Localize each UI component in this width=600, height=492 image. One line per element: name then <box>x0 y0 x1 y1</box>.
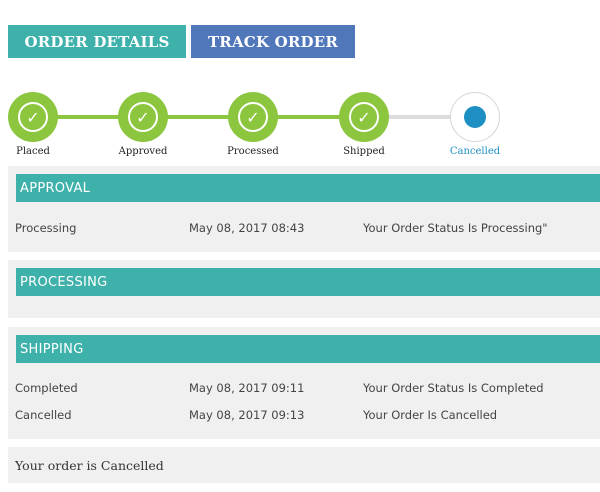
shipping-section: SHIPPING Completed May 08, 2017 09:11 Yo… <box>8 327 600 439</box>
date-cell: May 08, 2017 09:11 <box>189 381 305 395</box>
step-cancelled-label: Cancelled <box>449 146 501 157</box>
step-processed-circle: ✓ <box>228 92 278 142</box>
step-cancelled-circle <box>450 92 500 142</box>
shipping-section-header: SHIPPING <box>16 335 600 363</box>
date-cell: May 08, 2017 09:13 <box>189 408 305 422</box>
step-placed-circle: ✓ <box>8 92 58 142</box>
step-shipped-label: Shipped <box>343 146 385 157</box>
message-cell: Your Order Status Is Completed <box>363 381 544 395</box>
approval-section: APPROVAL Processing May 08, 2017 08:43 Y… <box>8 166 600 252</box>
table-row: Processing May 08, 2017 08:43 Your Order… <box>8 221 600 239</box>
step-placed-label: Placed <box>16 146 50 157</box>
status-cell: Processing <box>15 221 77 235</box>
step-processed-label: Processed <box>227 146 279 157</box>
step-shipped-circle: ✓ <box>339 92 389 142</box>
check-icon: ✓ <box>349 102 379 132</box>
current-step-dot-icon <box>464 106 486 128</box>
table-row: Completed May 08, 2017 09:11 Your Order … <box>8 381 600 399</box>
order-progress-tracker: ✓ Placed ✓ Approved ✓ Processed ✓ Shippe… <box>0 82 600 162</box>
message-cell: Your Order Status Is Processing" <box>363 221 548 235</box>
processing-section-header: PROCESSING <box>16 268 600 296</box>
step-approved-label: Approved <box>118 146 168 157</box>
approval-section-header: APPROVAL <box>16 174 600 202</box>
tab-track-order[interactable]: TRACK ORDER <box>191 25 355 58</box>
table-row: Cancelled May 08, 2017 09:13 Your Order … <box>8 408 600 426</box>
check-icon: ✓ <box>18 102 48 132</box>
check-icon: ✓ <box>238 102 268 132</box>
progress-line-complete <box>33 115 365 119</box>
check-icon: ✓ <box>128 102 158 132</box>
order-status-message: Your order is Cancelled <box>8 447 600 483</box>
tab-order-details[interactable]: ORDER DETAILS <box>8 25 186 58</box>
processing-section: PROCESSING <box>8 260 600 318</box>
status-cell: Cancelled <box>15 408 72 422</box>
status-cell: Completed <box>15 381 78 395</box>
message-cell: Your Order Is Cancelled <box>363 408 498 422</box>
date-cell: May 08, 2017 08:43 <box>189 221 305 235</box>
step-approved-circle: ✓ <box>118 92 168 142</box>
